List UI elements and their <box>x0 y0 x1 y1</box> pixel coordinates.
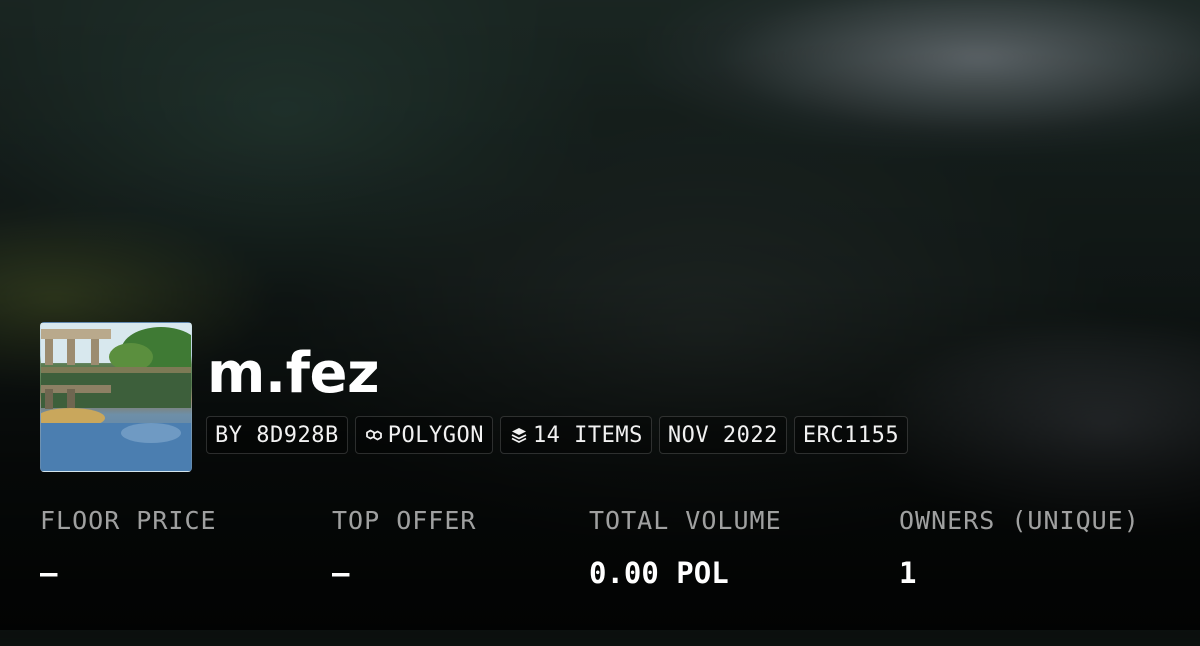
stat-label: FLOOR PRICE <box>40 506 217 535</box>
tag-token-standard-label: ERC1155 <box>802 422 900 448</box>
tag-token-standard[interactable]: ERC1155 <box>793 416 909 454</box>
layers-icon <box>509 425 529 445</box>
collection-title: m.fez <box>207 341 380 406</box>
tag-items[interactable]: 14 ITEMS <box>499 416 652 454</box>
polygon-chain-icon <box>364 425 384 445</box>
stat-label: TOTAL VOLUME <box>589 506 782 535</box>
stat-label: TOP OFFER <box>332 506 477 535</box>
stat-owners: OWNERS (UNIQUE) 1 <box>899 504 1140 591</box>
collection-card: m.fez BY 8D928B POLYGON 14 ITEMS NOV 202… <box>0 0 1200 630</box>
tag-creator[interactable]: BY 8D928B <box>206 416 348 454</box>
stat-value: — <box>332 556 350 590</box>
collection-tags: BY 8D928B POLYGON 14 ITEMS NOV 2022 ERC1… <box>206 416 909 454</box>
tag-created-date[interactable]: NOV 2022 <box>658 416 787 454</box>
tag-created-date-label: NOV 2022 <box>667 422 778 448</box>
tag-items-label: 14 ITEMS <box>532 422 643 448</box>
collection-thumbnail <box>40 322 192 472</box>
stat-label: OWNERS (UNIQUE) <box>899 506 1140 535</box>
stat-value: 0.00 POL <box>589 556 729 590</box>
stat-value: — <box>40 556 58 590</box>
tag-creator-label: BY 8D928B <box>215 422 339 448</box>
tag-chain[interactable]: POLYGON <box>354 416 493 454</box>
stat-total-volume: TOTAL VOLUME 0.00 POL <box>589 504 782 591</box>
tag-chain-label: POLYGON <box>387 422 484 448</box>
stat-floor-price: FLOOR PRICE — <box>40 504 217 591</box>
stat-top-offer: TOP OFFER — <box>332 504 476 591</box>
stat-value: 1 <box>899 556 917 590</box>
